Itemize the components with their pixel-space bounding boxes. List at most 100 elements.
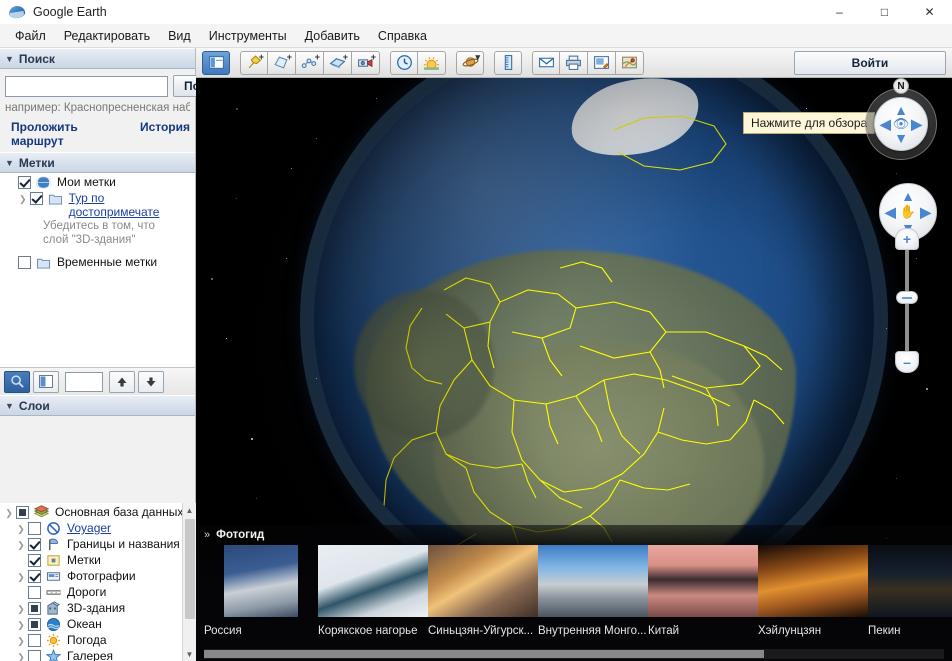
- panel-split-button[interactable]: [33, 370, 59, 393]
- night-street-photo[interactable]: [758, 545, 868, 617]
- historical-imagery-button[interactable]: [390, 50, 418, 75]
- layers-item-checkbox[interactable]: [28, 634, 41, 647]
- layers-item-checkbox[interactable]: [28, 650, 41, 661]
- golden-peak-photo[interactable]: [428, 545, 538, 617]
- compass-north-label[interactable]: N: [893, 78, 909, 94]
- places-panel-header[interactable]: ▼ Метки: [0, 152, 195, 173]
- expander-icon[interactable]: ❯: [14, 617, 28, 631]
- look-up-arrow-icon[interactable]: ▲: [894, 103, 908, 117]
- record-tour-button[interactable]: +: [352, 50, 380, 75]
- scroll-up-icon[interactable]: ▲: [183, 503, 196, 517]
- photo-guide-item[interactable]: Синьцзян-Уйгурск...: [428, 545, 538, 637]
- switch-planet-button[interactable]: ▾: [456, 50, 484, 75]
- maximize-button[interactable]: □: [862, 0, 907, 24]
- layers-item-checkbox[interactable]: [28, 602, 41, 615]
- email-button[interactable]: [532, 50, 560, 75]
- eye-icon[interactable]: 👁: [893, 116, 910, 132]
- save-image-button[interactable]: [588, 50, 616, 75]
- look-down-arrow-icon[interactable]: ▼: [894, 131, 908, 145]
- expander-icon[interactable]: ❯: [14, 537, 28, 551]
- layers-item-checkbox[interactable]: [28, 554, 41, 567]
- chevron-down-icon[interactable]: »: [204, 529, 210, 541]
- view-in-google-maps-button[interactable]: [616, 50, 644, 75]
- layers-scrollbar[interactable]: ▲ ▼: [182, 503, 196, 661]
- zoom-slider[interactable]: + –: [895, 228, 919, 373]
- move-up-arrow-icon[interactable]: ▲: [901, 189, 915, 203]
- move-up-button[interactable]: [109, 370, 135, 393]
- layers-item-checkbox[interactable]: [28, 538, 41, 551]
- photo-guide-scrollbar[interactable]: [204, 649, 944, 659]
- close-button[interactable]: ✕: [907, 0, 952, 24]
- directions-link[interactable]: Проложить маршрут: [11, 120, 128, 148]
- places-item-1[interactable]: ❯ Тур по достопримечате: [0, 189, 195, 219]
- layers-item-checkbox[interactable]: [16, 506, 29, 519]
- expander-icon[interactable]: ❯: [14, 649, 28, 661]
- print-button[interactable]: [560, 50, 588, 75]
- menu-item-0[interactable]: Файл: [6, 26, 55, 46]
- layers-item-1[interactable]: ❯ Voyager: [0, 519, 196, 535]
- church-winter-photo[interactable]: [224, 545, 298, 617]
- layers-item-4[interactable]: ❯ Фотографии: [0, 567, 196, 583]
- look-right-arrow-icon[interactable]: ▶: [911, 117, 922, 131]
- photo-guide-item[interactable]: Пекин: [868, 545, 952, 637]
- move-down-button[interactable]: [138, 370, 164, 393]
- places-item-0[interactable]: Мои метки: [0, 173, 195, 189]
- layers-item-3[interactable]: Метки: [0, 551, 196, 567]
- places-item-checkbox[interactable]: [18, 256, 31, 269]
- places-item-2[interactable]: Временные метки: [0, 253, 195, 269]
- photo-guide-item[interactable]: Внутренняя Монго...: [538, 545, 648, 637]
- places-item-checkbox[interactable]: [29, 192, 43, 205]
- add-image-overlay-button[interactable]: +: [324, 50, 352, 75]
- places-item-label[interactable]: Тур по достопримечате: [69, 191, 195, 219]
- expander-icon[interactable]: ❯: [14, 569, 28, 583]
- hand-icon[interactable]: ✋: [900, 204, 916, 220]
- expander-icon[interactable]: ❯: [2, 505, 16, 519]
- snow-mountain-photo[interactable]: [318, 545, 428, 617]
- layers-item-checkbox[interactable]: [28, 618, 41, 631]
- search-magnifier-button[interactable]: [4, 370, 30, 393]
- minimize-button[interactable]: –: [817, 0, 862, 24]
- photo-guide-item[interactable]: Россия: [204, 545, 318, 637]
- zoom-out-button[interactable]: –: [895, 351, 919, 373]
- zoom-in-button[interactable]: +: [895, 228, 919, 250]
- add-placemark-button[interactable]: +: [240, 50, 268, 75]
- menu-item-2[interactable]: Вид: [159, 26, 200, 46]
- layers-item-checkbox[interactable]: [28, 586, 41, 599]
- layers-item-checkbox[interactable]: [28, 522, 41, 535]
- expander-icon[interactable]: ❯: [14, 601, 28, 615]
- layers-item-0[interactable]: ❯ Основная база данных: [0, 503, 196, 519]
- photo-guide-header[interactable]: » Фотогид: [196, 525, 952, 545]
- menu-item-4[interactable]: Добавить: [296, 26, 369, 46]
- history-link[interactable]: История: [140, 120, 190, 148]
- look-left-arrow-icon[interactable]: ◀: [880, 117, 891, 131]
- layers-item-2[interactable]: ❯ Границы и названия: [0, 535, 196, 551]
- expander-icon[interactable]: ❯: [14, 521, 28, 535]
- photo-guide-item[interactable]: Корякское нагорье: [318, 545, 428, 637]
- layers-item-5[interactable]: Дороги: [0, 583, 196, 599]
- expander-icon[interactable]: ❯: [14, 633, 28, 647]
- layers-item-label[interactable]: Voyager: [67, 521, 111, 535]
- layers-item-7[interactable]: ❯ Океан: [0, 615, 196, 631]
- ruler-button[interactable]: [494, 50, 522, 75]
- search-panel-header[interactable]: ▼ Поиск: [0, 48, 195, 69]
- toggle-sidebar-button[interactable]: [202, 50, 230, 75]
- places-filter-input[interactable]: [65, 371, 103, 392]
- photo-guide-item[interactable]: Китай: [648, 545, 758, 637]
- globe[interactable]: [300, 78, 888, 614]
- zoom-slider-thumb[interactable]: [896, 291, 918, 304]
- menu-item-5[interactable]: Справка: [369, 26, 436, 46]
- city-river-photo[interactable]: [538, 545, 648, 617]
- look-joystick[interactable]: N ▲ ▼ ◀ ▶ 👁: [865, 78, 937, 160]
- look-joystick-puck[interactable]: ▲ ▼ ◀ ▶ 👁: [874, 97, 928, 151]
- add-polygon-button[interactable]: +: [268, 50, 296, 75]
- expander-icon[interactable]: ❯: [16, 191, 30, 205]
- layers-item-9[interactable]: ❯ Галерея: [0, 647, 196, 661]
- menu-item-3[interactable]: Инструменты: [200, 26, 296, 46]
- signin-button[interactable]: Войти: [794, 50, 946, 75]
- layers-item-6[interactable]: ❯ 3D-здания: [0, 599, 196, 615]
- layers-panel-header[interactable]: ▼ Слои: [0, 395, 195, 416]
- places-item-checkbox[interactable]: [18, 176, 31, 189]
- layers-item-8[interactable]: ❯ Погода: [0, 631, 196, 648]
- layers-item-checkbox[interactable]: [28, 570, 41, 583]
- scrollbar-thumb[interactable]: [185, 519, 195, 619]
